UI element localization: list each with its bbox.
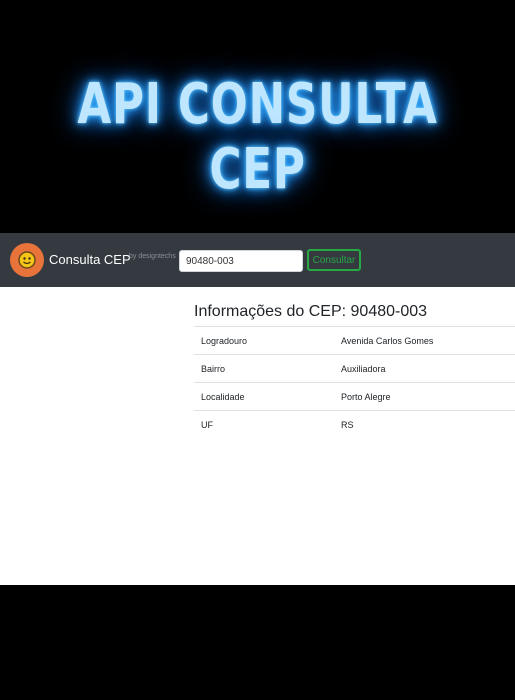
consultar-button[interactable]: Consultar [307, 249, 361, 271]
row-value: Porto Alegre [334, 382, 515, 411]
app-logo[interactable] [10, 243, 44, 277]
brand-byline: by designtechs [129, 253, 176, 260]
brand-name[interactable]: Consulta CEP [49, 252, 131, 267]
cep-search-input[interactable] [179, 250, 303, 272]
row-value: Avenida Carlos Gomes [334, 326, 515, 355]
row-label: Localidade [194, 382, 334, 411]
hero-banner: API CONSULTA CEP [0, 0, 515, 233]
app-screenshot: Consulta CEP by designtechs Consultar In… [0, 233, 515, 585]
page-title: Informações do CEP: 90480-003 [194, 303, 428, 320]
navbar: Consulta CEP by designtechs Consultar [0, 233, 515, 287]
table-row: UF RS [194, 410, 515, 438]
row-value: RS [334, 410, 515, 438]
table-row: Logradouro Avenida Carlos Gomes [194, 326, 515, 355]
row-label: Bairro [194, 354, 334, 383]
table-row: Bairro Auxiliadora [194, 354, 515, 383]
row-label: Logradouro [194, 326, 334, 355]
face-emoji-icon [18, 251, 36, 269]
row-value: Auxiliadora [334, 354, 515, 383]
banner-title: API CONSULTA CEP [77, 72, 438, 202]
table-row: Localidade Porto Alegre [194, 382, 515, 411]
cep-info-table: Logradouro Avenida Carlos Gomes Bairro A… [194, 326, 515, 438]
row-label: UF [194, 410, 334, 438]
